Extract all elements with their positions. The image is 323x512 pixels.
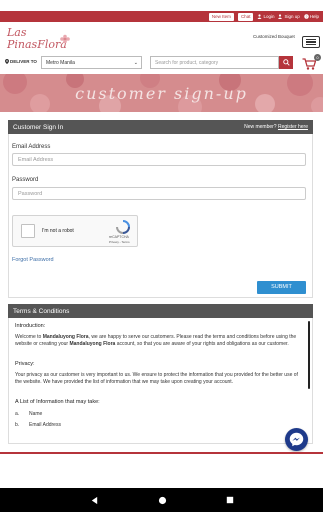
signin-title: Customer Sign In: [13, 123, 64, 131]
help-icon: ?: [303, 14, 309, 19]
signup-banner: customer sign-up: [0, 74, 323, 112]
recaptcha-terms-link[interactable]: Privacy - Terms: [109, 240, 130, 244]
search-input[interactable]: Search for product, category: [150, 56, 279, 69]
back-icon[interactable]: [90, 496, 99, 505]
chat-label: Chat: [240, 13, 251, 19]
custom-bouquet-link[interactable]: Customized Bouquet: [253, 34, 295, 39]
location-pin-icon: [5, 59, 9, 64]
search-placeholder: Search for product, category: [155, 60, 219, 66]
intro-brand-name: Mandaluyong Flora: [42, 334, 89, 340]
top-bar: New Item Chat Login Sign up ? Help: [0, 11, 323, 22]
city-select[interactable]: Metro Manila ⌄: [41, 56, 142, 69]
list-item: Email Address: [29, 422, 61, 428]
banner-title: customer sign-up: [75, 84, 248, 103]
home-icon[interactable]: [158, 496, 167, 505]
terms-scrollbar[interactable]: [308, 321, 310, 389]
menu-line-icon: [306, 38, 316, 40]
intro-brand-name: Mandaluyong Flora: [69, 340, 116, 347]
android-nav-bar: [0, 488, 323, 512]
chat-button[interactable]: Chat: [237, 12, 254, 21]
recents-icon[interactable]: [226, 496, 234, 504]
status-strip: [0, 0, 323, 6]
forgot-password-link[interactable]: Forgot Password: [12, 257, 54, 263]
signup-label: Sign up: [284, 14, 300, 19]
intro-text-part: Welcome to: [15, 334, 43, 340]
logo-text-line2: PinasFlora: [7, 38, 67, 51]
hamburger-menu-button[interactable]: [302, 36, 320, 48]
recaptcha-logo-icon: [116, 220, 130, 234]
page: New Item Chat Login Sign up ? Help Las P…: [0, 0, 323, 512]
svg-text:?: ?: [305, 15, 307, 19]
new-member-label: New member?: [244, 124, 277, 130]
shopping-cart-icon: [302, 58, 316, 70]
city-select-value: Metro Manila: [46, 60, 75, 66]
recaptcha-checkbox[interactable]: [21, 224, 35, 238]
list-item-marker: b.: [15, 422, 20, 428]
email-placeholder: Email Address: [18, 157, 54, 163]
terms-title: Terms & Conditions: [13, 307, 70, 315]
deliver-to-label: DELIVER TO: [5, 59, 37, 64]
footer-divider: [0, 452, 323, 454]
signin-header: Customer Sign In New member? Register he…: [8, 120, 313, 134]
intro-text-part: account, so that you are aware of your r…: [115, 340, 289, 347]
chevron-down-icon: ⌄: [133, 60, 138, 66]
recaptcha-label: I'm not a robot: [42, 228, 74, 234]
search-row: DELIVER TO Metro Manila ⌄ Search for pro…: [0, 54, 323, 71]
password-label: Password: [12, 177, 39, 183]
list-item-marker: a.: [15, 411, 20, 417]
terms-privacy-heading: Privacy:: [15, 361, 35, 367]
recaptcha-widget: I'm not a robot reCAPTCHA Privacy - Term…: [12, 215, 138, 247]
cart-button[interactable]: 0: [302, 54, 321, 70]
email-field[interactable]: Email Address: [12, 153, 306, 166]
signup-link[interactable]: Sign up: [278, 14, 300, 19]
submit-button[interactable]: SUBMIT: [257, 281, 306, 294]
user-icon: [257, 14, 262, 19]
terms-header: Terms & Conditions: [8, 304, 313, 318]
terms-privacy-text: Your privacy as our customer is very imp…: [15, 372, 298, 385]
password-field[interactable]: Password: [12, 187, 306, 200]
deliver-to-text: DELIVER TO: [10, 59, 37, 64]
terms-intro-heading: Introduction:: [15, 323, 46, 329]
messenger-icon: [289, 432, 304, 447]
terms-list-heading: A List of Information that may take:: [15, 399, 100, 405]
login-link[interactable]: Login: [257, 14, 274, 19]
search-icon: [282, 59, 290, 66]
user-plus-icon: [278, 14, 283, 19]
login-label: Login: [263, 14, 275, 19]
recaptcha-brand: reCAPTCHA: [109, 235, 129, 239]
menu-line-icon: [306, 41, 316, 43]
site-logo[interactable]: Las PinasFlora: [7, 26, 97, 54]
cart-count-badge: 0: [314, 54, 321, 61]
register-link[interactable]: Register here: [278, 124, 308, 130]
menu-line-icon: [306, 44, 316, 46]
new-member-text: New member? Register here: [244, 124, 308, 130]
help-link[interactable]: ? Help: [303, 14, 319, 19]
new-item-badge[interactable]: New Item: [208, 12, 234, 21]
search-button[interactable]: [279, 56, 293, 69]
terms-panel[interactable]: Introduction: Welcome to Mandaluyong Flo…: [8, 318, 313, 444]
messenger-button[interactable]: [285, 428, 308, 451]
list-item: Name: [29, 411, 43, 417]
password-placeholder: Password: [18, 191, 43, 197]
email-label: Email Address: [12, 144, 51, 150]
flower-logo-icon: [60, 34, 70, 44]
terms-intro-text: Welcome to Mandaluyong Flora, we are hap…: [15, 334, 305, 347]
help-label: Help: [309, 14, 319, 19]
